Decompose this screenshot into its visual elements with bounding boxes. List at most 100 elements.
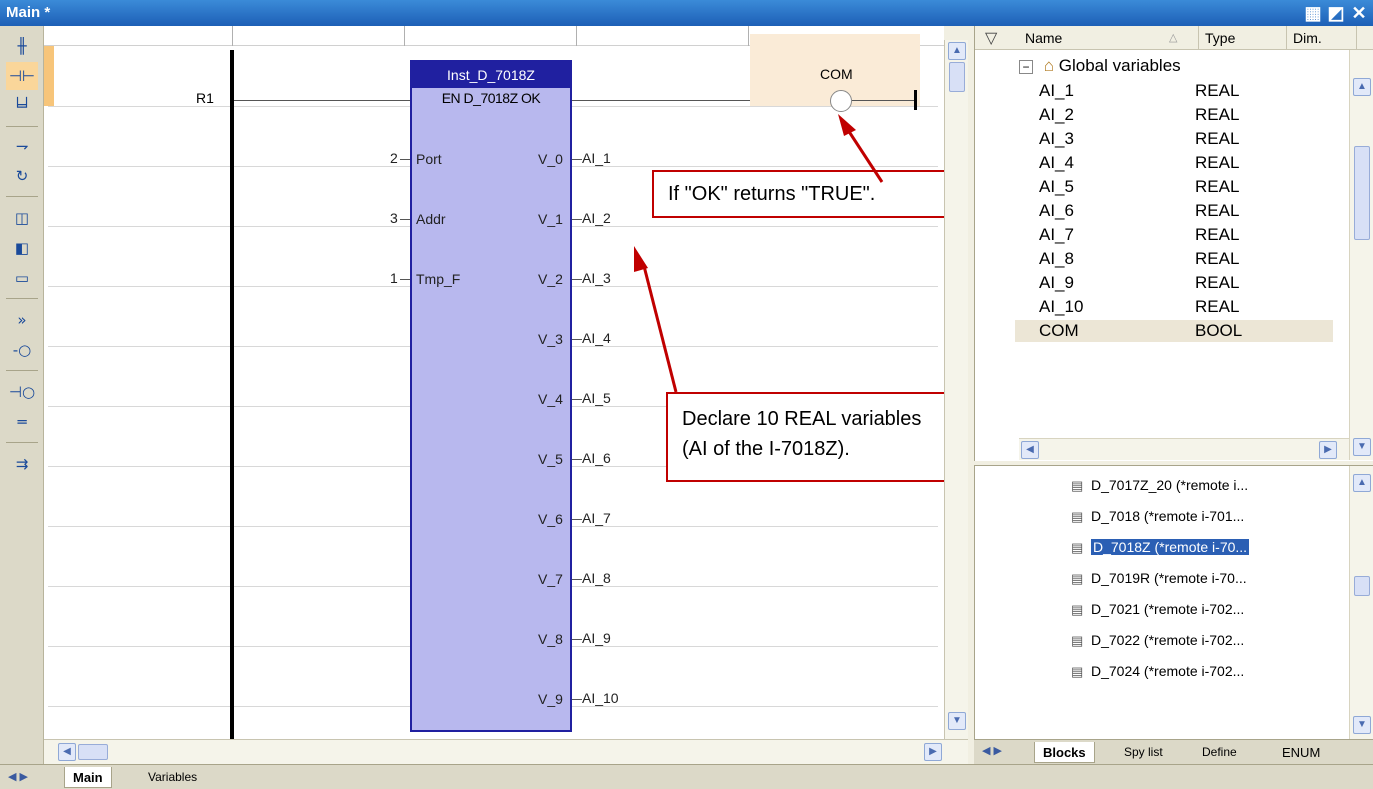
column-type[interactable]: Type [1199,26,1287,50]
variable-row[interactable]: AI_2 REAL [1015,104,1333,126]
column-name[interactable]: Name △ [1019,26,1199,50]
variable-row[interactable]: AI_5 REAL [1015,176,1333,198]
collapse-icon[interactable]: − [1019,59,1033,74]
return-icon[interactable]: ↻ [6,162,38,190]
variable-row[interactable]: COM BOOL [1015,320,1333,342]
block-icon: ▤ [1071,633,1084,648]
filter-icon[interactable]: ▽ [985,28,997,48]
block-list-item[interactable]: ▤ D_7022 (*remote i-702... [1071,627,1244,653]
home-icon: ⌂ [1043,56,1055,75]
tab-nav-icon[interactable]: ◀ ▶ [8,770,28,783]
tab-variables[interactable]: Variables [140,767,205,788]
variable-name: AI_7 [1039,225,1074,244]
parallel-contact-icon[interactable]: ⊣⊢ [6,62,38,90]
ladder-editor[interactable]: R1 COM Inst_D_7018Z EN D_7018Z OK 2 Port… [44,26,944,739]
variable-name: AI_6 [1039,201,1074,220]
editor-vertical-scrollbar[interactable]: ▲ ▼ [944,40,968,740]
block-icon: ▤ [1071,602,1084,617]
variable-row[interactable]: AI_6 REAL [1015,200,1333,222]
scroll-up-icon[interactable]: ▲ [1353,474,1371,492]
block-label: D_7017Z_20 (*remote i... [1091,477,1249,493]
block-icon: ▤ [1071,509,1084,524]
tab-define[interactable]: Define [1194,742,1245,763]
variable-row[interactable]: AI_1 REAL [1015,80,1333,102]
variable-row[interactable]: AI_4 REAL [1015,152,1333,174]
block-list-item[interactable]: ▤ D_7018Z (*remote i-70... [1071,534,1250,560]
scroll-left-icon[interactable]: ◀ [58,743,76,761]
group-row[interactable]: − ⌂ Global variables [1015,54,1345,78]
variable-name: AI_2 [1039,105,1074,124]
scroll-right-icon[interactable]: ▶ [924,743,942,761]
editor-tabbar: ◀ ▶ Main Variables [0,764,1373,789]
tab-blocks[interactable]: Blocks [1034,742,1095,763]
blocks-scrollbar[interactable]: ▲ ▼ [1349,466,1373,739]
horizontal-line-icon[interactable]: ⇁ [6,132,38,160]
variable-type: REAL [1195,201,1240,220]
variable-name: AI_4 [1039,153,1074,172]
variable-row[interactable]: AI_8 REAL [1015,248,1333,270]
scroll-down-icon[interactable]: ▼ [948,712,966,730]
tile-icon[interactable]: ▦ [1303,3,1323,23]
block-list-item[interactable]: ▤ D_7024 (*remote i-702... [1071,658,1244,684]
blocks-panel: ▤ D_7017Z_20 (*remote i... ▤ D_7018 (*remot… [974,465,1373,739]
variable-type: REAL [1195,177,1240,196]
variable-type: REAL [1195,129,1240,148]
variable-type: REAL [1195,81,1240,100]
block-label: D_7021 (*remote i-702... [1091,601,1245,617]
variables-panel: ▽ Name △ Type Dim. − ⌂ Global variables A… [974,26,1373,461]
tab-enum[interactable]: ENUM [1274,742,1328,763]
scroll-thumb[interactable] [1354,146,1370,240]
column-dim[interactable]: Dim. [1287,26,1357,50]
variable-name: AI_9 [1039,273,1074,292]
variable-row[interactable]: AI_10 REAL [1015,296,1333,318]
contact-icon[interactable]: ╫ [6,32,38,60]
variable-row[interactable]: AI_3 REAL [1015,128,1333,150]
variable-name: AI_1 [1039,81,1074,100]
variable-row[interactable]: AI_9 REAL [1015,272,1333,294]
block-list-item[interactable]: ▤ D_7021 (*remote i-702... [1071,596,1244,622]
variable-type: BOOL [1195,321,1243,340]
arrowhead-declare [634,246,648,272]
tab-main[interactable]: Main [64,767,112,788]
block-icon: ▤ [1071,540,1084,555]
block-icon: ▤ [1071,478,1084,493]
right-contact-icon[interactable]: ◧ [6,234,38,262]
scroll-down-icon[interactable]: ▼ [1353,438,1371,456]
hscroll-thumb[interactable] [78,744,108,760]
block-list-item[interactable]: ▤ D_7018 (*remote i-701... [1071,503,1244,529]
scroll-thumb[interactable] [1354,576,1370,596]
editor-horizontal-scrollbar[interactable]: ◀ ▶ [44,739,968,764]
scroll-right-icon[interactable]: ▶ [1319,441,1337,459]
tab-spy-list[interactable]: Spy list [1116,742,1171,763]
scroll-thumb[interactable] [949,62,965,92]
arrow-declare [642,265,678,393]
sort-icon: △ [1169,32,1178,44]
negated-coil-icon[interactable]: ⊣○ [6,378,38,406]
double-line-icon[interactable]: ═ [6,408,38,436]
variable-name: AI_8 [1039,249,1074,268]
variable-name: AI_10 [1039,297,1084,316]
minimize-icon[interactable]: ◩ [1326,3,1346,23]
branch-icon[interactable]: ╘╛ [6,92,38,120]
tab-nav-icon[interactable]: ◀ ▶ [982,744,1002,757]
variable-type: REAL [1195,273,1240,292]
block-icon[interactable]: ▭ [6,264,38,292]
left-contact-icon[interactable]: ◫ [6,204,38,232]
variable-row[interactable]: AI_7 REAL [1015,224,1333,246]
block-list-item[interactable]: ▤ D_7019R (*remote i-70... [1071,565,1247,591]
coil-icon[interactable]: -○ [6,336,38,364]
variable-type: REAL [1195,105,1240,124]
variables-hscrollbar[interactable]: ◀ ▶ [1019,438,1349,460]
comment-icon[interactable]: ⇉ [6,450,38,478]
close-icon[interactable]: ✕ [1349,3,1369,23]
block-list-item[interactable]: ▤ D_7017Z_20 (*remote i... [1071,472,1248,498]
jump-icon[interactable]: » [6,306,38,334]
variables-scrollbar[interactable]: ▲ ▼ [1349,50,1373,460]
block-icon: ▤ [1071,571,1084,586]
variable-name: AI_5 [1039,177,1074,196]
variable-name: COM [1039,321,1079,340]
scroll-up-icon[interactable]: ▲ [1353,78,1371,96]
scroll-down-icon[interactable]: ▼ [1353,716,1371,734]
scroll-left-icon[interactable]: ◀ [1021,441,1039,459]
scroll-up-icon[interactable]: ▲ [948,42,966,60]
